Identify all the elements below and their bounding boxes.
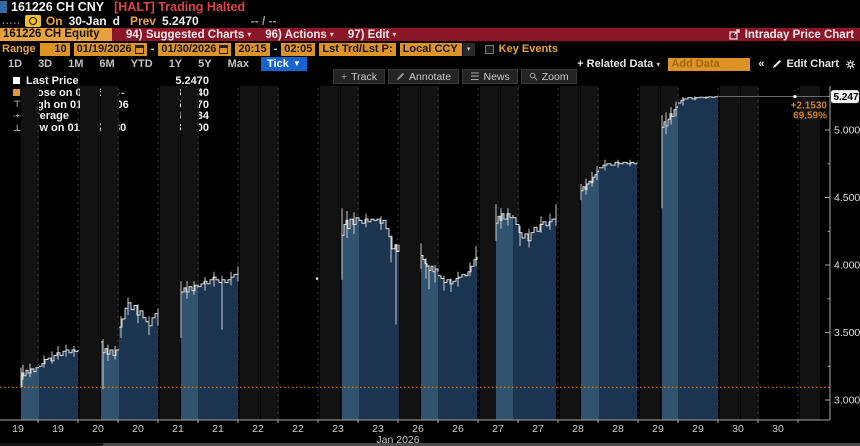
svg-text:30: 30 [732,423,744,435]
chevron-down-icon: ▼ [293,57,301,71]
chevron-down-icon: ▾ [656,60,660,69]
svg-text:5.2470: 5.2470 [834,92,860,103]
security-title-bar: 161226 CH CNY [HALT] Trading Halted [0,0,860,14]
security-ticker: 161226 CH CNY [11,0,104,14]
menu-edit[interactable]: 97) Edit▾ [348,29,397,41]
end-time-input[interactable]: 02:05 [281,43,315,56]
annotate-button[interactable]: Annotate [388,69,459,84]
range-label: Range [2,43,36,55]
end-date-input[interactable]: 01/30/2026 [158,43,231,56]
crosshair-icon: + [341,71,347,83]
export-icon[interactable] [729,29,740,40]
as-of-date: 30-Jan [69,14,107,28]
chevron-down-icon: ▾ [247,30,251,39]
svg-text:3.5000: 3.5000 [834,327,860,339]
chevron-down-icon: ▾ [330,30,334,39]
news-lines-icon: ☰ [470,71,479,83]
svg-text:29: 29 [652,423,664,435]
svg-text:21: 21 [172,423,184,435]
tab-6m[interactable]: 6M [91,58,122,70]
start-date-input[interactable]: 01/19/2026 [74,43,147,56]
svg-text:22: 22 [252,423,264,435]
last-trade-price-toggle[interactable]: Lst Trd/Lst P: [319,43,395,56]
pencil-icon [772,59,782,69]
svg-text:4.0000: 4.0000 [834,260,860,272]
svg-text:27: 27 [532,423,544,435]
menu-actions[interactable]: 96) Actions▾ [265,29,334,41]
svg-text:26: 26 [452,423,464,435]
svg-text:30: 30 [772,423,784,435]
tab-tick[interactable]: Tick▼ [261,57,307,71]
range-periods-input[interactable]: 10 [40,43,70,56]
key-events-checkbox[interactable] [485,45,494,54]
tab-1m[interactable]: 1M [60,58,91,70]
gear-icon[interactable] [845,59,856,70]
function-menu-bar: 161226 CH Equity 94) Suggested Charts▾ 9… [0,28,860,41]
svg-text:23: 23 [332,423,344,435]
currency-select[interactable]: Local CCY [400,43,462,56]
svg-text:19: 19 [52,423,64,435]
chart-tools-toolbar: + Track Annotate ☰ News Zoom [333,69,580,84]
track-button[interactable]: + Track [333,69,385,84]
annotate-pencil-icon [396,72,405,81]
svg-text:27: 27 [492,423,504,435]
security-flag-icon [0,1,7,13]
on-label: On [46,14,63,28]
prev-value: 5.2470 [162,14,199,28]
tab-ytd[interactable]: YTD [123,58,161,70]
svg-text:20: 20 [92,423,104,435]
svg-text:4.5000: 4.5000 [834,192,860,204]
svg-text:21: 21 [212,423,224,435]
price-series-layer [21,96,718,420]
tab-3d[interactable]: 3D [30,58,60,70]
key-events-label: Key Events [499,43,558,55]
security-search-box[interactable]: 161226 CH Equity [0,28,112,41]
frequency: d [113,14,120,28]
prev-label: Prev [130,14,156,28]
tab-1y[interactable]: 1Y [161,58,190,70]
bloomberg-terminal-window: 161226 CH CNY [HALT] Trading Halted ....… [0,0,860,446]
edit-chart-button[interactable]: Edit Chart [772,58,839,70]
day-range-value: -- / -- [251,14,277,28]
page-title-area: Intraday Price Chart [729,29,854,41]
series-swatch-icon [13,77,26,84]
dots-indicator: ..... [2,16,21,27]
related-data-button[interactable]: + Related Data▾ [577,58,660,70]
range-controls-bar: Range 10 01/19/2026 - 01/30/2026 20:15 -… [0,41,860,57]
svg-text:28: 28 [572,423,584,435]
calendar-icon[interactable] [135,45,144,54]
collapse-panel-button[interactable]: « [758,58,764,70]
zoom-button[interactable]: Zoom [521,69,577,84]
tab-max[interactable]: Max [220,58,257,70]
intraday-price-chart[interactable]: 5.0000 4.5000 4.0000 3.5000 3.0000 19 19 20 20 21… [0,86,860,446]
range-dash: - [151,43,155,55]
quote-subtitle-bar: ..... On 30-Jan d Prev 5.2470 -- / -- [0,14,860,28]
svg-text:29: 29 [692,423,704,435]
tab-5y[interactable]: 5Y [190,58,219,70]
svg-text:5.0000: 5.0000 [834,125,860,137]
news-button[interactable]: ☰ News [462,69,518,84]
svg-text:69.59%: 69.59% [793,111,827,122]
svg-text:19: 19 [12,423,24,435]
magnifier-icon [529,72,538,81]
svg-text:28: 28 [612,423,624,435]
tab-1d[interactable]: 1D [0,58,30,70]
svg-text:3.0000: 3.0000 [834,395,860,407]
halt-status: [HALT] Trading Halted [114,0,245,14]
svg-text:22: 22 [292,423,304,435]
start-time-input[interactable]: 20:15 [235,43,269,56]
chevron-down-icon: ▾ [392,30,396,39]
page-title: Intraday Price Chart [745,29,854,41]
add-data-input[interactable] [668,58,750,71]
menu-suggested-charts[interactable]: 94) Suggested Charts▾ [126,29,251,41]
alert-clock-icon[interactable] [25,15,41,27]
calendar-icon[interactable] [219,45,228,54]
time-dash: - [274,43,278,55]
currency-dropdown-icon[interactable]: ▾ [463,43,475,56]
svg-text:20: 20 [132,423,144,435]
